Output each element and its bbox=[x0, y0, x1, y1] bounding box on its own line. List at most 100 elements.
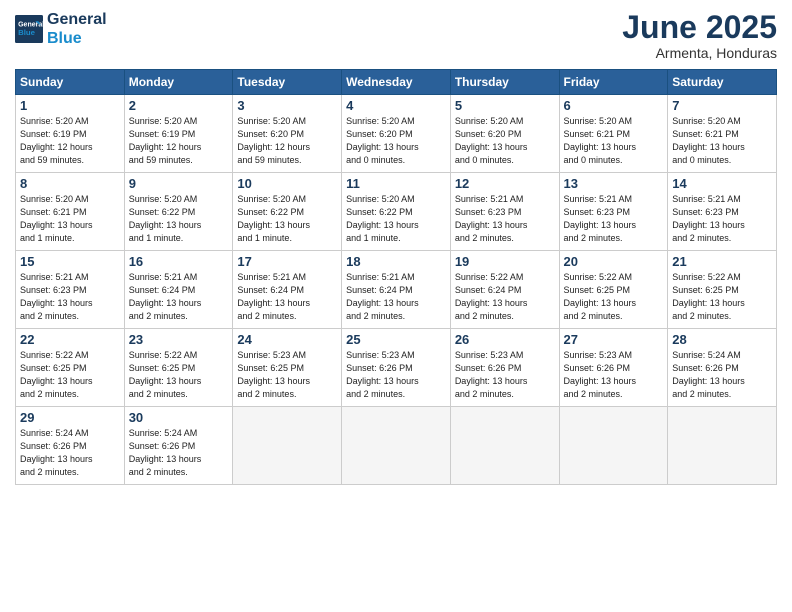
day-info: Sunrise: 5:24 AM Sunset: 6:26 PM Dayligh… bbox=[20, 427, 120, 479]
day-info: Sunrise: 5:21 AM Sunset: 6:24 PM Dayligh… bbox=[129, 271, 229, 323]
calendar-cell: 27 Sunrise: 5:23 AM Sunset: 6:26 PM Dayli… bbox=[559, 329, 668, 407]
svg-text:Blue: Blue bbox=[18, 28, 36, 37]
day-number: 3 bbox=[237, 98, 337, 113]
day-info: Sunrise: 5:20 AM Sunset: 6:20 PM Dayligh… bbox=[237, 115, 337, 167]
calendar-body: 1 Sunrise: 5:20 AM Sunset: 6:19 PM Daylig… bbox=[16, 95, 777, 485]
calendar-cell bbox=[342, 407, 451, 485]
page-container: General Blue General Blue June 2025 Arme… bbox=[0, 0, 792, 495]
day-number: 2 bbox=[129, 98, 229, 113]
location-subtitle: Armenta, Honduras bbox=[622, 45, 777, 61]
col-header-friday: Friday bbox=[559, 70, 668, 95]
calendar-cell bbox=[450, 407, 559, 485]
calendar-cell: 22 Sunrise: 5:22 AM Sunset: 6:25 PM Dayli… bbox=[16, 329, 125, 407]
day-number: 12 bbox=[455, 176, 555, 191]
day-info: Sunrise: 5:23 AM Sunset: 6:25 PM Dayligh… bbox=[237, 349, 337, 401]
calendar-cell: 30Sunrise: 5:24 AM Sunset: 6:26 PM Dayli… bbox=[124, 407, 233, 485]
day-info: Sunrise: 5:21 AM Sunset: 6:23 PM Dayligh… bbox=[455, 193, 555, 245]
day-number: 29 bbox=[20, 410, 120, 425]
day-info: Sunrise: 5:21 AM Sunset: 6:23 PM Dayligh… bbox=[564, 193, 664, 245]
calendar-cell: 15 Sunrise: 5:21 AM Sunset: 6:23 PM Dayli… bbox=[16, 251, 125, 329]
day-number: 27 bbox=[564, 332, 664, 347]
calendar-cell: 7 Sunrise: 5:20 AM Sunset: 6:21 PM Daylig… bbox=[668, 95, 777, 173]
day-info: Sunrise: 5:20 AM Sunset: 6:19 PM Dayligh… bbox=[20, 115, 120, 167]
calendar-cell: 11 Sunrise: 5:20 AM Sunset: 6:22 PM Dayli… bbox=[342, 173, 451, 251]
day-number: 4 bbox=[346, 98, 446, 113]
col-header-monday: Monday bbox=[124, 70, 233, 95]
day-number: 7 bbox=[672, 98, 772, 113]
week-row-1: 1 Sunrise: 5:20 AM Sunset: 6:19 PM Daylig… bbox=[16, 95, 777, 173]
calendar-cell: 6 Sunrise: 5:20 AM Sunset: 6:21 PM Daylig… bbox=[559, 95, 668, 173]
day-info: Sunrise: 5:21 AM Sunset: 6:24 PM Dayligh… bbox=[346, 271, 446, 323]
calendar-cell: 29 Sunrise: 5:24 AM Sunset: 6:26 PM Dayli… bbox=[16, 407, 125, 485]
day-info: Sunrise: 5:23 AM Sunset: 6:26 PM Dayligh… bbox=[564, 349, 664, 401]
calendar-cell: 5 Sunrise: 5:20 AM Sunset: 6:20 PM Daylig… bbox=[450, 95, 559, 173]
week-row-5: 29 Sunrise: 5:24 AM Sunset: 6:26 PM Dayli… bbox=[16, 407, 777, 485]
day-number: 17 bbox=[237, 254, 337, 269]
col-header-wednesday: Wednesday bbox=[342, 70, 451, 95]
day-number: 20 bbox=[564, 254, 664, 269]
day-info: Sunrise: 5:20 AM Sunset: 6:22 PM Dayligh… bbox=[346, 193, 446, 245]
day-number: 30 bbox=[129, 410, 229, 425]
day-number: 15 bbox=[20, 254, 120, 269]
calendar-cell: 16Sunrise: 5:21 AM Sunset: 6:24 PM Dayli… bbox=[124, 251, 233, 329]
calendar-cell: 12 Sunrise: 5:21 AM Sunset: 6:23 PM Dayli… bbox=[450, 173, 559, 251]
calendar-cell: 25 Sunrise: 5:23 AM Sunset: 6:26 PM Dayli… bbox=[342, 329, 451, 407]
col-header-thursday: Thursday bbox=[450, 70, 559, 95]
calendar-cell: 4 Sunrise: 5:20 AM Sunset: 6:20 PM Daylig… bbox=[342, 95, 451, 173]
calendar-cell: 1 Sunrise: 5:20 AM Sunset: 6:19 PM Daylig… bbox=[16, 95, 125, 173]
day-info: Sunrise: 5:20 AM Sunset: 6:21 PM Dayligh… bbox=[564, 115, 664, 167]
day-info: Sunrise: 5:20 AM Sunset: 6:20 PM Dayligh… bbox=[346, 115, 446, 167]
day-info: Sunrise: 5:22 AM Sunset: 6:25 PM Dayligh… bbox=[564, 271, 664, 323]
day-number: 1 bbox=[20, 98, 120, 113]
day-number: 9 bbox=[129, 176, 229, 191]
day-info: Sunrise: 5:21 AM Sunset: 6:23 PM Dayligh… bbox=[20, 271, 120, 323]
logo-blue: Blue bbox=[47, 29, 107, 48]
day-info: Sunrise: 5:23 AM Sunset: 6:26 PM Dayligh… bbox=[346, 349, 446, 401]
calendar-cell: 19 Sunrise: 5:22 AM Sunset: 6:24 PM Dayli… bbox=[450, 251, 559, 329]
day-info: Sunrise: 5:20 AM Sunset: 6:21 PM Dayligh… bbox=[20, 193, 120, 245]
col-header-tuesday: Tuesday bbox=[233, 70, 342, 95]
calendar-cell: 2Sunrise: 5:20 AM Sunset: 6:19 PM Daylig… bbox=[124, 95, 233, 173]
day-info: Sunrise: 5:22 AM Sunset: 6:24 PM Dayligh… bbox=[455, 271, 555, 323]
day-number: 24 bbox=[237, 332, 337, 347]
calendar-cell: 26 Sunrise: 5:23 AM Sunset: 6:26 PM Dayli… bbox=[450, 329, 559, 407]
logo-general: General bbox=[47, 10, 107, 29]
day-number: 6 bbox=[564, 98, 664, 113]
calendar-cell: 28 Sunrise: 5:24 AM Sunset: 6:26 PM Dayli… bbox=[668, 329, 777, 407]
day-number: 10 bbox=[237, 176, 337, 191]
day-info: Sunrise: 5:20 AM Sunset: 6:20 PM Dayligh… bbox=[455, 115, 555, 167]
day-info: Sunrise: 5:22 AM Sunset: 6:25 PM Dayligh… bbox=[129, 349, 229, 401]
day-info: Sunrise: 5:20 AM Sunset: 6:21 PM Dayligh… bbox=[672, 115, 772, 167]
day-number: 14 bbox=[672, 176, 772, 191]
day-number: 25 bbox=[346, 332, 446, 347]
calendar-header-row: SundayMondayTuesdayWednesdayThursdayFrid… bbox=[16, 70, 777, 95]
day-number: 8 bbox=[20, 176, 120, 191]
day-info: Sunrise: 5:22 AM Sunset: 6:25 PM Dayligh… bbox=[20, 349, 120, 401]
calendar-cell: 24 Sunrise: 5:23 AM Sunset: 6:25 PM Dayli… bbox=[233, 329, 342, 407]
logo: General Blue General Blue bbox=[15, 10, 107, 48]
day-number: 13 bbox=[564, 176, 664, 191]
day-info: Sunrise: 5:23 AM Sunset: 6:26 PM Dayligh… bbox=[455, 349, 555, 401]
day-number: 28 bbox=[672, 332, 772, 347]
day-number: 5 bbox=[455, 98, 555, 113]
calendar-cell: 3 Sunrise: 5:20 AM Sunset: 6:20 PM Daylig… bbox=[233, 95, 342, 173]
day-number: 19 bbox=[455, 254, 555, 269]
day-info: Sunrise: 5:24 AM Sunset: 6:26 PM Dayligh… bbox=[672, 349, 772, 401]
calendar-cell: 9 Sunrise: 5:20 AM Sunset: 6:22 PM Daylig… bbox=[124, 173, 233, 251]
day-info: Sunrise: 5:21 AM Sunset: 6:23 PM Dayligh… bbox=[672, 193, 772, 245]
calendar-cell bbox=[233, 407, 342, 485]
calendar-cell: 23 Sunrise: 5:22 AM Sunset: 6:25 PM Dayli… bbox=[124, 329, 233, 407]
day-number: 11 bbox=[346, 176, 446, 191]
day-info: Sunrise: 5:20 AM Sunset: 6:22 PM Dayligh… bbox=[237, 193, 337, 245]
header: General Blue General Blue June 2025 Arme… bbox=[15, 10, 777, 61]
calendar-cell: 18Sunrise: 5:21 AM Sunset: 6:24 PM Dayli… bbox=[342, 251, 451, 329]
logo-icon: General Blue bbox=[15, 15, 43, 43]
day-number: 26 bbox=[455, 332, 555, 347]
day-info: Sunrise: 5:22 AM Sunset: 6:25 PM Dayligh… bbox=[672, 271, 772, 323]
col-header-sunday: Sunday bbox=[16, 70, 125, 95]
day-number: 22 bbox=[20, 332, 120, 347]
calendar-cell: 13 Sunrise: 5:21 AM Sunset: 6:23 PM Dayli… bbox=[559, 173, 668, 251]
day-info: Sunrise: 5:20 AM Sunset: 6:22 PM Dayligh… bbox=[129, 193, 229, 245]
day-number: 23 bbox=[129, 332, 229, 347]
calendar-cell: 17Sunrise: 5:21 AM Sunset: 6:24 PM Dayli… bbox=[233, 251, 342, 329]
